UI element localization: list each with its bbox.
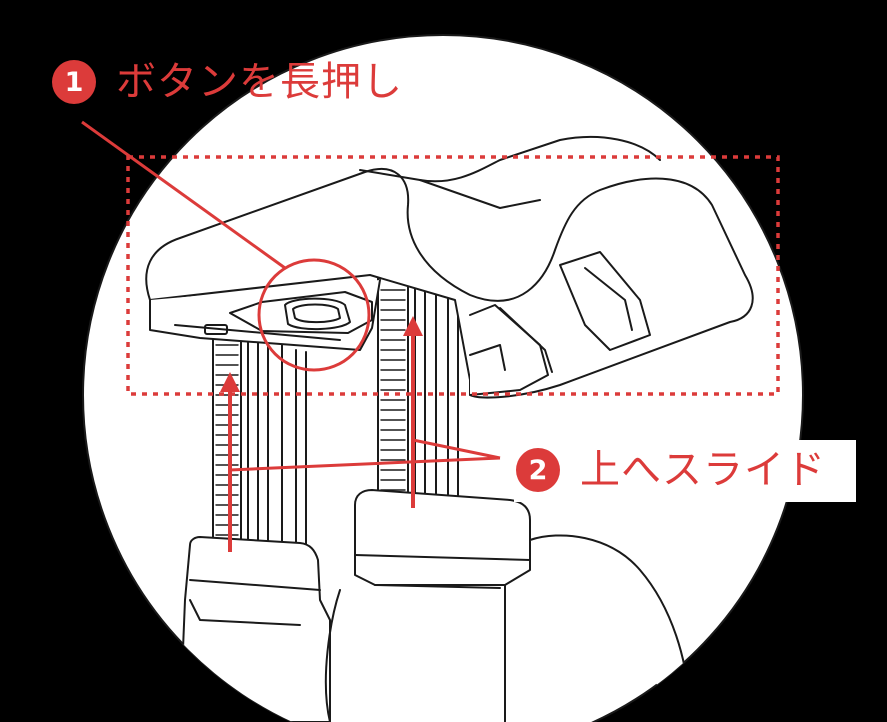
step-instruction: 上へスライド [580,447,826,493]
callout-step-2: 2 上へスライド [514,440,856,502]
diagram-canvas [81,34,804,722]
step-number-badge: 2 [516,448,560,492]
step-number-badge: 1 [52,60,96,104]
step-instruction: ボタンを長押し [116,59,403,105]
callout-step-1: 1 ボタンを長押し [52,60,403,104]
